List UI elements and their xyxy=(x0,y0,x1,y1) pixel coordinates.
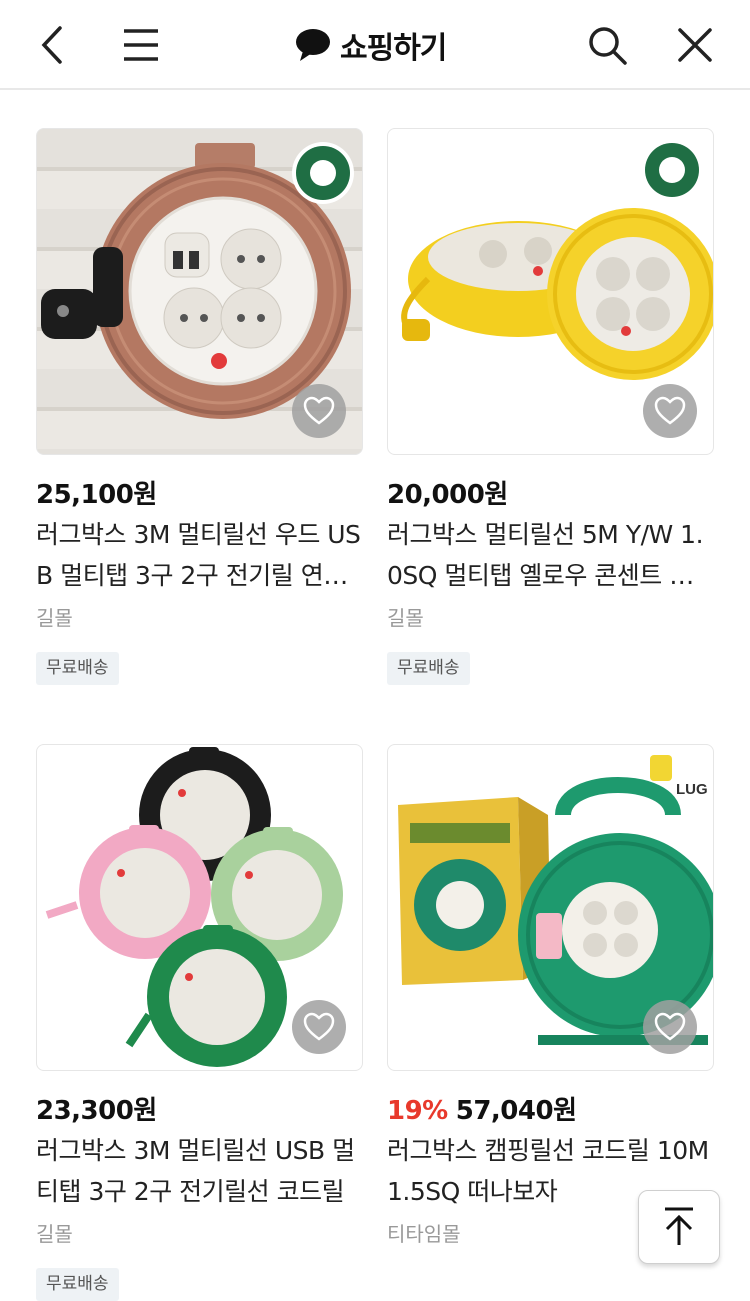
wishlist-heart-icon[interactable] xyxy=(292,1000,346,1054)
product-card[interactable]: 23,300원 러그박스 3M 멀티릴선 USB 멀티탭 3구 2구 전기릴선 … xyxy=(36,744,363,1301)
product-name[interactable]: 러그박스 3M 멀티릴선 우드 USB 멀티탭 3구 2구 전기릴 연장선 xyxy=(36,514,363,596)
product-image[interactable] xyxy=(36,128,363,455)
seller-name[interactable]: 길몰 xyxy=(36,602,73,631)
top-bar: 쇼핑하기 xyxy=(0,0,750,90)
product-price: 19% 57,040원 xyxy=(387,1090,577,1127)
close-icon[interactable] xyxy=(672,22,718,68)
page-title: 쇼핑하기 xyxy=(294,24,447,66)
product-price-value: 20,000원 xyxy=(387,480,508,510)
discount-rate: 19% xyxy=(387,1096,448,1126)
product-price: 20,000원 xyxy=(387,474,508,511)
wishlist-heart-icon[interactable] xyxy=(643,1000,697,1054)
product-name[interactable]: 러그박스 3M 멀티릴선 USB 멀티탭 3구 2구 전기릴선 코드릴 xyxy=(36,1130,363,1212)
product-name[interactable]: 러그박스 멀티릴선 5M Y/W 1.0SQ 멀티탭 옐로우 콘센트 릴선 xyxy=(387,514,714,596)
chat-bubble-icon xyxy=(296,29,330,61)
lug-logo: LUG xyxy=(676,781,708,798)
wishlist-heart-icon[interactable] xyxy=(643,384,697,438)
seller-name[interactable]: 길몰 xyxy=(387,602,424,631)
free-shipping-badge: 무료배송 xyxy=(387,652,470,685)
seller-name[interactable]: 길몰 xyxy=(36,1218,73,1247)
free-shipping-badge: 무료배송 xyxy=(36,1268,119,1301)
arrow-up-icon xyxy=(665,1207,693,1245)
product-price: 23,300원 xyxy=(36,1090,157,1127)
page-title-text: 쇼핑하기 xyxy=(340,31,447,66)
product-price-value: 25,100원 xyxy=(36,480,157,510)
scroll-to-top-button[interactable] xyxy=(638,1190,720,1264)
product-price: 25,100원 xyxy=(36,474,157,511)
product-image[interactable] xyxy=(36,744,363,1071)
wishlist-heart-icon[interactable] xyxy=(292,384,346,438)
product-card[interactable]: 25,100원 러그박스 3M 멀티릴선 우드 USB 멀티탭 3구 2구 전기… xyxy=(36,128,363,685)
product-price-value: 57,040원 xyxy=(455,1096,577,1126)
menu-icon[interactable] xyxy=(118,22,164,68)
product-image[interactable]: LUG xyxy=(387,744,714,1071)
product-price-value: 23,300원 xyxy=(36,1096,157,1126)
search-icon[interactable] xyxy=(584,22,630,68)
seller-name[interactable]: 티타임몰 xyxy=(387,1218,461,1247)
product-image[interactable] xyxy=(387,128,714,455)
free-shipping-badge: 무료배송 xyxy=(36,652,119,685)
product-card[interactable]: 20,000원 러그박스 멀티릴선 5M Y/W 1.0SQ 멀티탭 옐로우 콘… xyxy=(387,128,714,685)
back-icon[interactable] xyxy=(30,22,76,68)
product-card[interactable]: LUG 19% 57,040원 러그박스 캠핑릴선 코드릴 10M 1.5SQ 떠… xyxy=(387,744,714,1246)
